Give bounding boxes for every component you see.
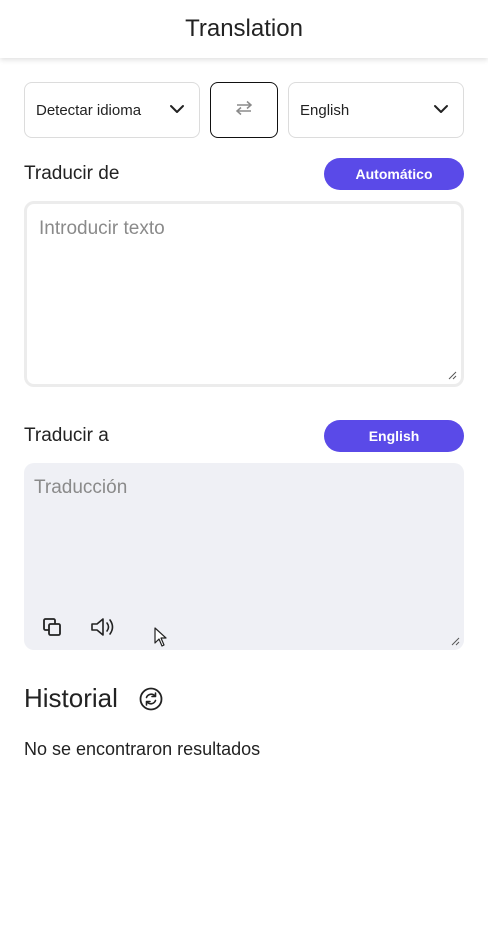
resize-handle-icon[interactable] <box>447 370 457 380</box>
chevron-down-icon <box>433 101 449 119</box>
translate-to-label: Traducir a <box>24 425 109 446</box>
speak-button[interactable] <box>88 615 118 639</box>
swap-languages-button[interactable] <box>210 82 278 138</box>
speaker-icon <box>91 618 114 636</box>
source-language-value: Detectar idioma <box>36 101 142 119</box>
chevron-down-icon <box>169 101 185 119</box>
target-language-button[interactable]: English <box>324 420 464 452</box>
resize-handle-icon[interactable] <box>450 636 460 646</box>
copy-button[interactable] <box>40 615 64 639</box>
translation-output: Traducción <box>24 463 464 650</box>
swap-arrows-icon <box>234 100 254 121</box>
auto-detect-button[interactable]: Automático <box>324 158 464 190</box>
translation-placeholder: Traducción <box>34 477 128 498</box>
page-title: Translation <box>185 15 303 42</box>
copy-icon <box>43 618 61 636</box>
translate-from-label: Traducir de <box>24 163 120 184</box>
target-language-select[interactable]: English <box>288 82 464 138</box>
history-empty-message: No se encontraron resultados <box>24 739 261 759</box>
app-header: Translation <box>0 0 488 58</box>
source-language-select[interactable]: Detectar idioma <box>24 82 200 138</box>
mouse-cursor-icon <box>154 627 167 647</box>
source-text-input[interactable]: Introducir texto <box>24 201 464 387</box>
history-title: Historial <box>24 683 118 713</box>
refresh-icon[interactable] <box>139 687 163 711</box>
target-language-value: English <box>300 101 350 119</box>
source-input-placeholder: Introducir texto <box>39 218 165 239</box>
